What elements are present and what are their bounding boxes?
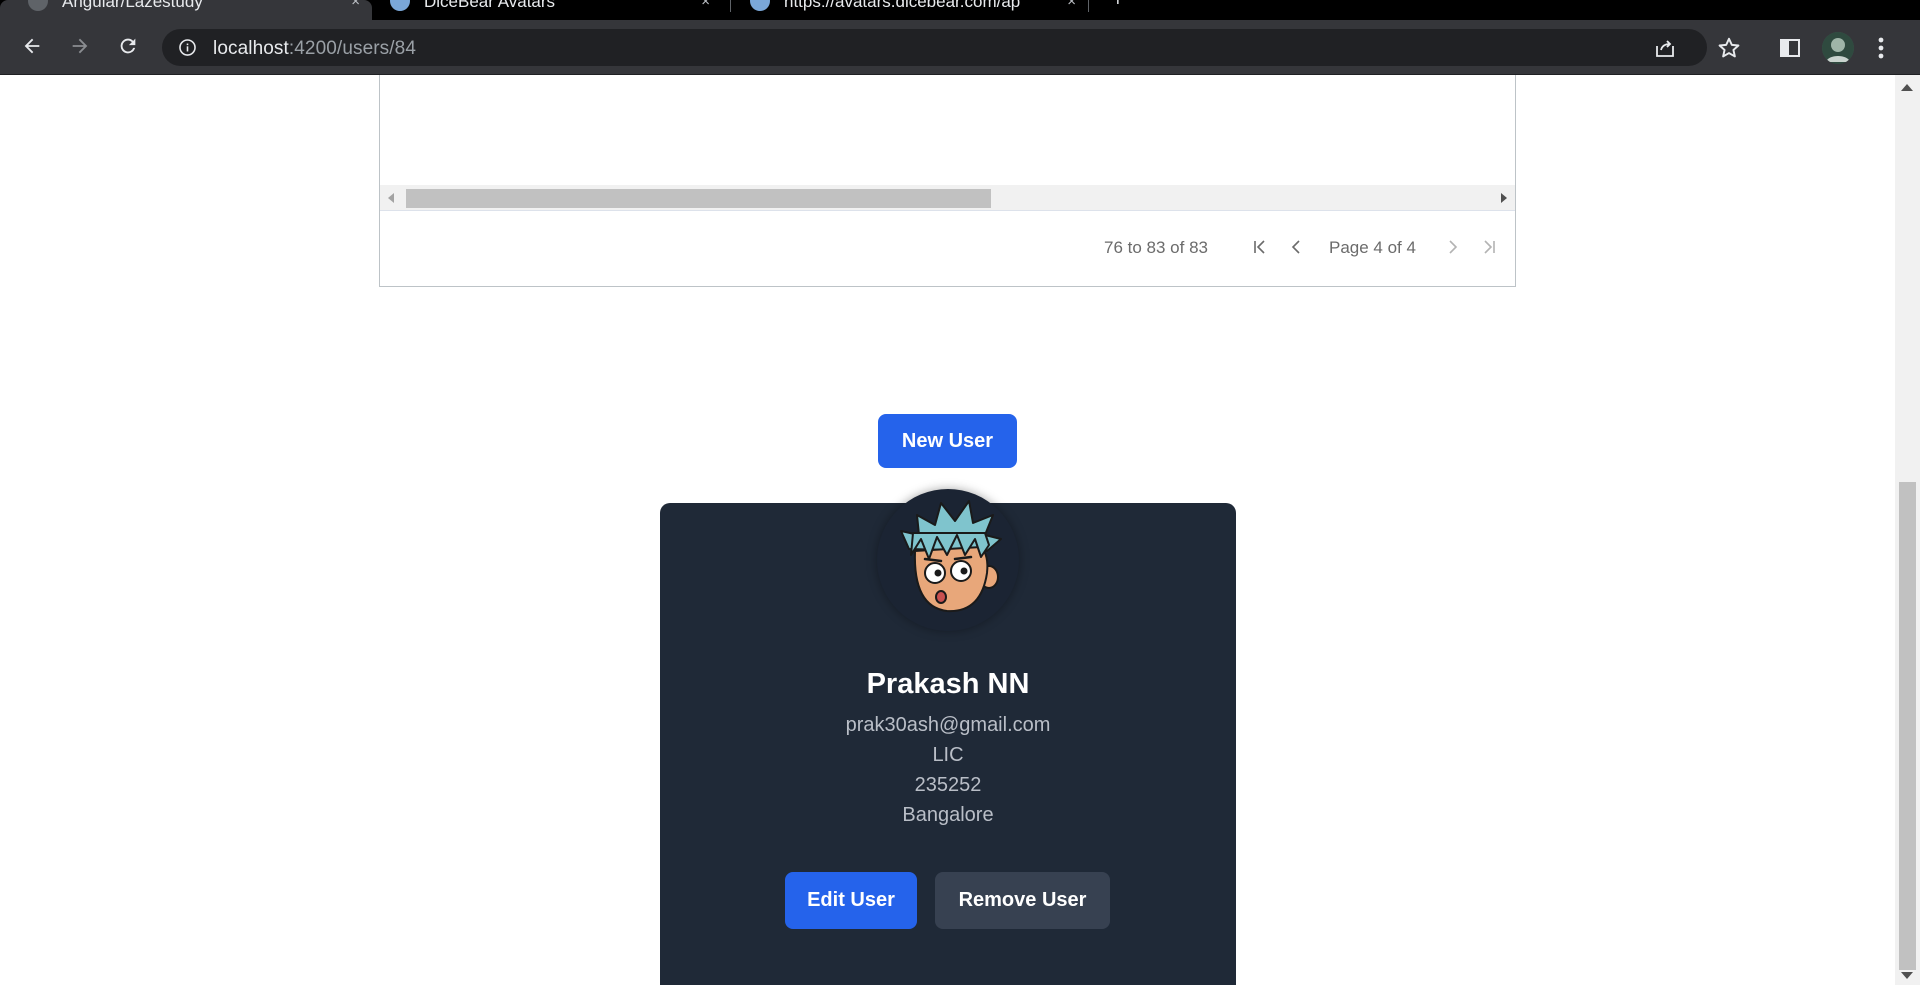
- forward-button[interactable]: [62, 28, 98, 64]
- first-page-button[interactable]: [1248, 235, 1272, 259]
- user-email: prak30ash@gmail.com: [845, 714, 1051, 736]
- tab-close-icon[interactable]: ×: [351, 0, 360, 10]
- page-viewport: 76 to 83 of 83 Page 4 of 4 New User Prak…: [0, 75, 1895, 985]
- row-summary: 76 to 83 of 83: [1104, 238, 1208, 257]
- back-button[interactable]: [14, 28, 50, 64]
- edit-user-button[interactable]: Edit User: [785, 872, 917, 929]
- tab-label: https://avatars.dicebear.com/ap: [784, 0, 1021, 11]
- tab-active[interactable]: Angular/Lazestudy ×: [0, 0, 372, 20]
- scroll-thumb[interactable]: [1899, 482, 1916, 970]
- remove-user-button[interactable]: Remove User: [935, 872, 1110, 929]
- tab-dicebear[interactable]: DiceBear Avatars ×: [372, 0, 722, 20]
- tab-separator: [1088, 0, 1089, 12]
- address-bar[interactable]: localhost:4200/users/84: [162, 29, 1707, 66]
- user-city: Bangalore: [902, 804, 994, 826]
- profile-avatar-icon: [1822, 32, 1854, 64]
- reload-icon: [120, 38, 136, 54]
- side-panel-icon[interactable]: [1778, 36, 1802, 60]
- scroll-down-icon[interactable]: [1901, 972, 1913, 979]
- page-indicator: Page 4 of 4: [1329, 238, 1416, 257]
- new-user-button[interactable]: New User: [878, 414, 1017, 468]
- kebab-menu-icon[interactable]: [1876, 34, 1886, 62]
- first-page-icon: [1254, 240, 1265, 254]
- user-company: LIC: [932, 744, 964, 766]
- cartoon-avatar-icon: [900, 500, 1002, 613]
- scroll-thumb[interactable]: [406, 189, 991, 208]
- profile-avatar[interactable]: [1822, 32, 1854, 64]
- users-grid: 76 to 83 of 83 Page 4 of 4: [379, 75, 1516, 287]
- back-arrow-icon: [24, 38, 40, 54]
- avatar: [877, 489, 1019, 631]
- share-icon[interactable]: [1653, 36, 1677, 60]
- scroll-up-icon[interactable]: [1901, 84, 1913, 91]
- star-icon[interactable]: [1716, 35, 1742, 61]
- tab-label: Angular/Lazestudy: [62, 0, 203, 11]
- last-page-icon: [1484, 240, 1495, 254]
- browser-tab-strip: Angular/Lazestudy × DiceBear Avatars × h…: [0, 0, 1920, 20]
- page-vertical-scrollbar[interactable]: [1895, 75, 1920, 985]
- info-icon[interactable]: [178, 38, 197, 57]
- next-page-button[interactable]: [1441, 235, 1465, 259]
- scroll-right-icon[interactable]: [1501, 193, 1507, 203]
- grid-horizontal-scrollbar[interactable]: [380, 185, 1515, 211]
- dicebear-favicon-icon: [750, 0, 770, 11]
- previous-page-button[interactable]: [1284, 235, 1308, 259]
- tab-label: DiceBear Avatars: [424, 0, 556, 11]
- url-text[interactable]: localhost:4200/users/84: [213, 38, 416, 60]
- previous-page-icon: [1291, 240, 1300, 254]
- user-name: Prakash NN: [866, 668, 1030, 700]
- last-page-button[interactable]: [1477, 235, 1501, 259]
- dicebear-favicon-icon: [390, 0, 410, 11]
- user-profile-card: Prakash NN prak30ash@gmail.com LIC 23525…: [660, 489, 1236, 985]
- url-host: localhost: [213, 38, 289, 59]
- new-tab-button[interactable]: +: [1112, 0, 1124, 10]
- reload-button[interactable]: [110, 28, 146, 64]
- scroll-left-icon[interactable]: [388, 193, 394, 203]
- tab-separator: [730, 0, 731, 12]
- grid-pagination-panel: 76 to 83 of 83 Page 4 of 4: [380, 211, 1515, 286]
- browser-toolbar: localhost:4200/users/84: [0, 20, 1920, 75]
- forward-arrow-icon: [72, 38, 88, 54]
- tab-close-icon[interactable]: ×: [701, 0, 710, 10]
- tab-close-icon[interactable]: ×: [1067, 0, 1076, 10]
- next-page-icon: [1449, 240, 1458, 254]
- user-code: 235252: [914, 774, 982, 796]
- url-path: :4200/users/84: [288, 38, 416, 59]
- angular-favicon-icon: [28, 0, 48, 11]
- tab-avatar-url[interactable]: https://avatars.dicebear.com/ap ×: [732, 0, 1088, 20]
